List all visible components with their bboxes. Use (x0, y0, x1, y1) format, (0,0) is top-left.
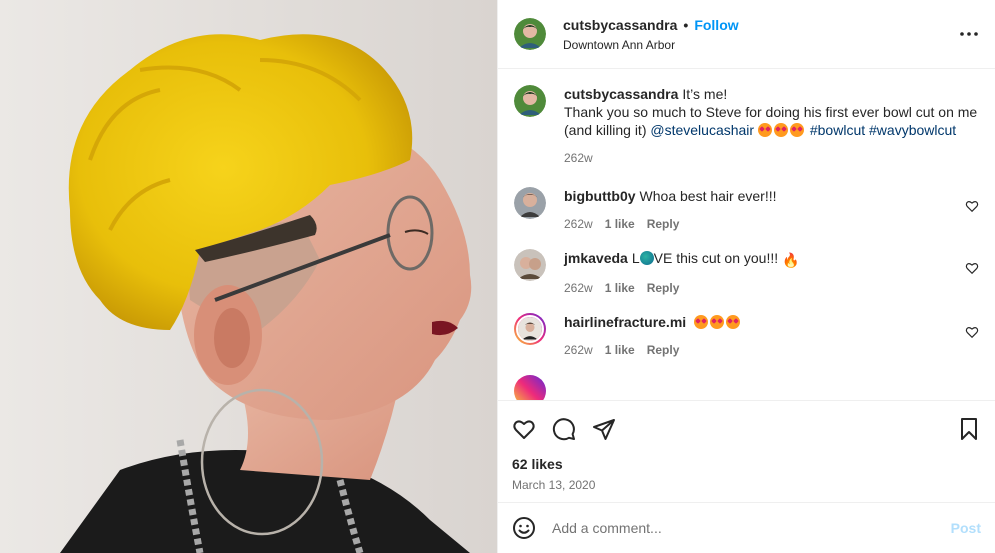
star-struck-emoji (710, 315, 725, 329)
comment-item: bigbuttb0y Whoa best hair ever!!! 262w 1 … (514, 187, 979, 233)
post-comment-button[interactable]: Post (951, 520, 981, 536)
header-text: cutsbycassandra • Follow Downtown Ann Ar… (563, 17, 957, 52)
commenter-avatar-story-ring[interactable] (514, 313, 546, 345)
comment-time[interactable]: 262w (564, 341, 593, 359)
post-location[interactable]: Downtown Ann Arbor (563, 38, 957, 52)
post-actions: 62 likes March 13, 2020 (498, 400, 995, 492)
action-icons (512, 413, 981, 445)
more-options-icon[interactable] (957, 22, 981, 46)
comment-icon[interactable] (552, 417, 576, 441)
post-details-panel: cutsbycassandra • Follow Downtown Ann Ar… (497, 0, 995, 553)
fire-emoji: 🔥 (782, 252, 800, 268)
comment-likes[interactable]: 1 like (605, 215, 635, 233)
emoji-icon[interactable] (512, 516, 536, 540)
caption-hashtag[interactable]: #wavybowlcut (869, 122, 956, 138)
caption-body: cutsbycassandra It’s me! Thank you so muc… (564, 85, 979, 167)
comment-username[interactable]: jmkaveda (564, 250, 628, 266)
comment-text: Whoa best hair ever!!! (639, 188, 777, 204)
comment-text-end: VE this cut on you!!! (653, 250, 779, 266)
share-icon[interactable] (592, 417, 616, 441)
star-struck-emoji (773, 123, 788, 137)
caption-item: cutsbycassandra It’s me! Thank you so muc… (514, 85, 979, 167)
comment-meta: 262w 1 like Reply (564, 215, 957, 233)
comment-likes[interactable]: 1 like (605, 279, 635, 297)
reply-button[interactable]: Reply (647, 215, 680, 233)
author-username[interactable]: cutsbycassandra (563, 17, 677, 33)
likes-count[interactable]: 62 likes (512, 456, 981, 472)
comment-meta: 262w 1 like Reply (564, 279, 957, 297)
comment-time[interactable]: 262w (564, 279, 593, 297)
caption-time[interactable]: 262w (564, 149, 593, 167)
portrait-image (0, 0, 497, 553)
comment-text-start: L (631, 250, 640, 266)
earth-globe-emoji (639, 251, 654, 265)
commenter-avatar-story-ring[interactable] (514, 375, 546, 400)
commenter-avatar[interactable] (514, 249, 546, 281)
reply-button[interactable]: Reply (647, 341, 680, 359)
comment-body: jmkaveda L VE this cut on you!!! 🔥 262w 1 … (564, 249, 957, 297)
separator-dot: • (683, 16, 689, 33)
bookmark-icon[interactable] (957, 417, 981, 441)
comment-like-heart-icon[interactable] (965, 261, 979, 275)
star-struck-emoji (694, 315, 709, 329)
comment-item: hairlinefracture.mi 262w 1 like Reply (514, 313, 979, 359)
follow-button[interactable]: Follow (694, 17, 738, 33)
post-photo[interactable] (0, 0, 497, 553)
comment-time[interactable]: 262w (564, 215, 593, 233)
comment-likes[interactable]: 1 like (605, 341, 635, 359)
star-struck-emoji (757, 123, 772, 137)
star-struck-emoji (789, 123, 804, 137)
post-date[interactable]: March 13, 2020 (512, 478, 981, 492)
comment-username[interactable]: hairlinefracture.mi (564, 314, 686, 330)
comment-body: hairlinefracture.mi 262w 1 like Reply (564, 313, 957, 359)
commenter-avatar[interactable] (514, 187, 546, 219)
comment-username[interactable]: bigbuttb0y (564, 188, 636, 204)
heart-icon[interactable] (512, 417, 536, 441)
post-header: cutsbycassandra • Follow Downtown Ann Ar… (498, 0, 995, 69)
caption-meta: 262w (564, 149, 979, 167)
comment-body: bigbuttb0y Whoa best hair ever!!! 262w 1 … (564, 187, 957, 233)
comments-list[interactable]: cutsbycassandra It’s me! Thank you so muc… (498, 69, 995, 400)
reply-button[interactable]: Reply (647, 279, 680, 297)
caption-text-1: It’s me! (682, 86, 728, 102)
comment-item-partial (514, 375, 979, 400)
comment-input[interactable] (552, 520, 951, 536)
comment-meta: 262w 1 like Reply (564, 341, 957, 359)
add-comment-bar: Post (498, 502, 995, 553)
star-struck-emoji (726, 315, 741, 329)
caption-mention[interactable]: @stevelucashair (650, 122, 754, 138)
instagram-post: cutsbycassandra • Follow Downtown Ann Ar… (0, 0, 995, 553)
caption-hashtag[interactable]: #bowlcut (810, 122, 865, 138)
caption-username[interactable]: cutsbycassandra (564, 86, 678, 102)
comment-like-heart-icon[interactable] (965, 199, 979, 213)
author-avatar[interactable] (514, 18, 546, 50)
comment-like-heart-icon[interactable] (965, 325, 979, 339)
caption-avatar[interactable] (514, 85, 546, 117)
comment-item: jmkaveda L VE this cut on you!!! 🔥 262w 1 … (514, 249, 979, 297)
